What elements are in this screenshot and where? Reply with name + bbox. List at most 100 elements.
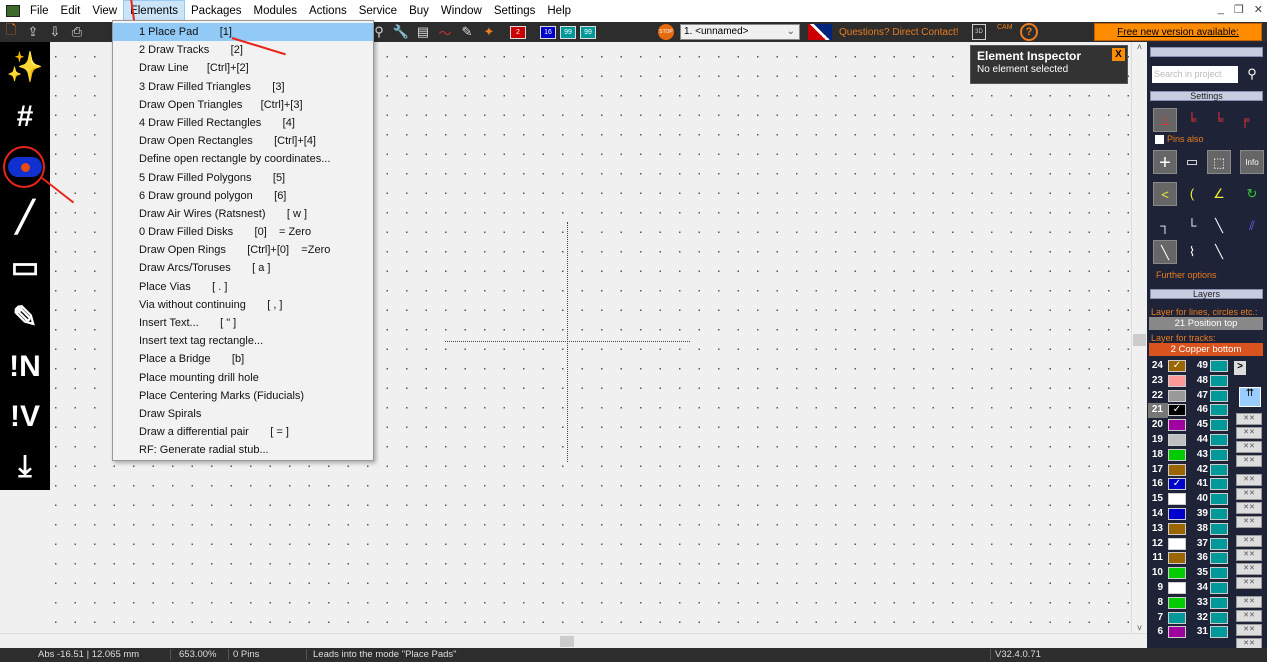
menu-view[interactable]: View: [86, 0, 123, 22]
resistor-icon[interactable]: ▭: [1180, 150, 1204, 174]
layer-color-swatch[interactable]: [1210, 582, 1228, 594]
add-icon[interactable]: +: [1153, 150, 1177, 174]
menu-item[interactable]: Insert text tag rectangle...: [113, 332, 373, 350]
info-button[interactable]: Info: [1240, 150, 1264, 174]
layer-color-swatch[interactable]: [1168, 522, 1186, 535]
layer-color-swatch[interactable]: [1168, 552, 1186, 565]
layer-toggle-button[interactable]: ✕✕: [1236, 596, 1262, 608]
layer-color-swatch[interactable]: [1210, 537, 1228, 550]
layer-toggle-button[interactable]: ✕✕: [1236, 474, 1262, 486]
layer-toggle-button[interactable]: ✕✕: [1236, 413, 1262, 425]
track-corner-icon[interactable]: ┐: [1153, 214, 1177, 238]
layer-color-swatch[interactable]: [1210, 611, 1228, 624]
restore-button[interactable]: ❐: [1234, 3, 1244, 16]
layer-color-swatch[interactable]: [1168, 463, 1186, 476]
menu-window[interactable]: Window: [435, 0, 488, 22]
menu-item[interactable]: Place a Bridge [b]: [113, 350, 373, 368]
layer-color-swatch[interactable]: ✓: [1168, 478, 1186, 491]
arc-icon[interactable]: (: [1180, 182, 1204, 206]
layer-color-swatch[interactable]: [1168, 582, 1186, 594]
arc-2-icon[interactable]: ∠: [1207, 182, 1231, 206]
new-file-icon[interactable]: 🗋: [0, 21, 22, 43]
layer-color-swatch[interactable]: [1210, 567, 1228, 580]
layer-toggle-button[interactable]: ✕✕: [1236, 502, 1262, 514]
menu-settings[interactable]: Settings: [488, 0, 542, 22]
more-layers-button[interactable]: >: [1234, 361, 1246, 375]
layer-color-swatch[interactable]: [1168, 596, 1186, 609]
menu-item[interactable]: Draw a differential pair [ = ]: [113, 423, 373, 441]
select-mode-icon[interactable]: ⊥: [1153, 108, 1177, 132]
menu-item[interactable]: Draw Spirals: [113, 405, 373, 423]
print-icon[interactable]: ⎙: [66, 24, 88, 40]
further-options-link[interactable]: Further options: [1156, 270, 1217, 280]
minimize-button[interactable]: _: [1218, 3, 1224, 16]
menu-item[interactable]: Draw Air Wires (Ratsnest) [ w ]: [113, 205, 373, 223]
menu-item[interactable]: Draw Open Rings [Ctrl]+[0] =Zero: [113, 241, 373, 259]
menu-actions[interactable]: Actions: [303, 0, 353, 22]
panel-collapse-bar[interactable]: [1150, 47, 1263, 57]
menu-buy[interactable]: Buy: [403, 0, 435, 22]
layer-color-swatch[interactable]: [1168, 389, 1186, 402]
layer-color-swatch[interactable]: [1210, 434, 1228, 446]
layer-toggle-button[interactable]: ✕✕: [1236, 427, 1262, 439]
binoculars-icon[interactable]: ⚲: [1240, 62, 1264, 86]
rectangle-icon[interactable]: ▭: [0, 242, 50, 292]
layer-toggle-button[interactable]: ✕✕: [1236, 516, 1262, 528]
layer-toggle-button[interactable]: ✕✕: [1236, 577, 1262, 589]
layer-color-swatch[interactable]: [1210, 374, 1228, 387]
layer-color-swatch[interactable]: [1210, 389, 1228, 402]
close-button[interactable]: ✕: [1254, 3, 1263, 16]
track-bend-icon[interactable]: ╲: [1153, 240, 1177, 264]
layers-header[interactable]: Layers: [1150, 289, 1263, 299]
track-corner-2-icon[interactable]: └: [1180, 214, 1204, 238]
menu-help[interactable]: Help: [541, 0, 577, 22]
diff-pair-icon[interactable]: ⫽: [1240, 214, 1264, 238]
layer-color-swatch[interactable]: [1168, 434, 1186, 446]
layer-color-swatch[interactable]: [1210, 508, 1228, 520]
search-input[interactable]: Search in project: [1152, 66, 1238, 83]
menu-item[interactable]: 2 Draw Tracks [2]: [113, 41, 373, 59]
rotate-icon[interactable]: ↻: [1240, 182, 1264, 206]
layer-color-swatch[interactable]: [1210, 596, 1228, 609]
menu-item[interactable]: Place mounting drill hole: [113, 369, 373, 387]
pins-also-checkbox[interactable]: [1155, 135, 1164, 144]
menu-service[interactable]: Service: [353, 0, 403, 22]
menu-item[interactable]: 6 Draw ground polygon [6]: [113, 187, 373, 205]
layer-color-swatch[interactable]: [1168, 374, 1186, 387]
layer-toggle-button[interactable]: ✕✕: [1236, 535, 1262, 547]
layer-color-swatch[interactable]: [1210, 522, 1228, 535]
menu-item[interactable]: Place Centering Marks (Fiducials): [113, 387, 373, 405]
meander-icon[interactable]: ⌇: [1180, 240, 1204, 264]
inspector-close-button[interactable]: X: [1112, 48, 1125, 61]
menu-item[interactable]: 0 Draw Filled Disks [0] = Zero: [113, 223, 373, 241]
menu-item[interactable]: 3 Draw Filled Triangles [3]: [113, 78, 373, 96]
layer-badge[interactable]: 99: [580, 25, 596, 39]
layer-toggle-button[interactable]: ✕✕: [1236, 610, 1262, 622]
menu-item[interactable]: Draw Line [Ctrl]+[2]: [113, 59, 373, 77]
net-check-button[interactable]: !N: [0, 342, 50, 392]
layer-color-swatch[interactable]: [1168, 537, 1186, 550]
layer-color-swatch[interactable]: [1210, 478, 1228, 491]
menu-item[interactable]: 5 Draw Filled Polygons [5]: [113, 169, 373, 187]
layer-badge[interactable]: 2: [510, 25, 526, 39]
help-button[interactable]: ?: [1020, 23, 1038, 41]
track-diag-icon[interactable]: ╲: [1207, 214, 1231, 238]
download-icon[interactable]: ⤓: [0, 442, 50, 492]
track-icon[interactable]: 〜: [434, 23, 456, 42]
menu-packages[interactable]: Packages: [185, 0, 248, 22]
layer-toggle-button[interactable]: ✕✕: [1236, 455, 1262, 467]
pencil-icon[interactable]: ✎: [0, 292, 50, 342]
menu-item[interactable]: Draw Open Triangles [Ctrl]+[3]: [113, 96, 373, 114]
value-check-button[interactable]: !V: [0, 392, 50, 442]
layer-swap-icon[interactable]: ⇈: [1239, 387, 1261, 407]
new-version-link[interactable]: Free new version available: V32.6.0.54: [1094, 23, 1262, 56]
contact-link[interactable]: Questions? Direct Contact!: [839, 27, 959, 38]
menu-item[interactable]: Place Vias [ . ]: [113, 278, 373, 296]
select-mode-3-icon[interactable]: ╘: [1207, 108, 1231, 132]
select-area-icon[interactable]: ⬚: [1207, 150, 1231, 174]
layer-color-swatch[interactable]: [1210, 404, 1228, 417]
layer-color-swatch[interactable]: [1168, 567, 1186, 580]
layer-badge[interactable]: 99: [560, 25, 576, 39]
layer-color-swatch[interactable]: ✓: [1168, 360, 1186, 372]
vertical-scrollbar[interactable]: ˄ ˅: [1131, 42, 1147, 633]
